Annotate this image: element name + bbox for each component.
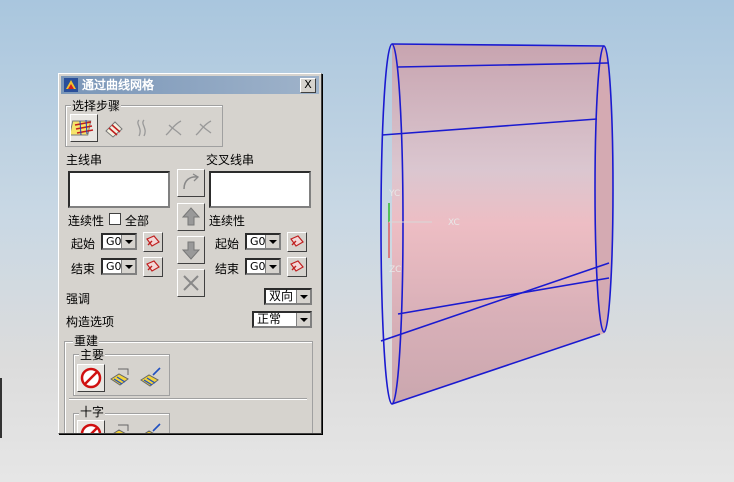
- close-icon: X: [304, 78, 312, 91]
- continuity-all-label: 全部: [125, 214, 150, 228]
- dialog-title: 通过曲线网格: [82, 78, 155, 92]
- cross-end-label: 结束: [215, 262, 240, 276]
- chevron-down-icon: [121, 260, 135, 273]
- rebuild-tolerance-icon: [140, 367, 161, 387]
- main-no-rebuild-button[interactable]: [77, 364, 105, 392]
- primary-end-face-button[interactable]: [143, 257, 163, 277]
- curve-option-icon: [165, 120, 182, 136]
- cross-string-label: 交叉线串: [206, 153, 255, 167]
- no-entry-icon: [80, 367, 102, 389]
- arrow-down-icon: [181, 241, 201, 260]
- primary-start-label: 起始: [71, 237, 96, 251]
- dialog-titlebar[interactable]: 通过曲线网格 X: [61, 76, 319, 94]
- cross-end-face-button[interactable]: [287, 257, 307, 277]
- cross-curves-icon: [105, 121, 123, 138]
- cross-no-rebuild-button[interactable]: [77, 420, 105, 433]
- primary-string-list[interactable]: [68, 171, 170, 208]
- face-select-icon: [290, 235, 304, 247]
- cross-start-label: 起始: [215, 237, 240, 251]
- step-primary-curves-button[interactable]: [69, 114, 98, 142]
- chevron-down-icon: [296, 313, 310, 326]
- face-select-icon: [146, 235, 160, 247]
- axis-label-yc: YC: [388, 189, 400, 199]
- curve-option-icon: [195, 120, 212, 136]
- cross-end-continuity-select[interactable]: G0: [245, 258, 281, 275]
- cross-rebuild-label: 十字: [79, 403, 106, 420]
- no-entry-icon: [80, 423, 102, 433]
- cross-rebuild-tolerance-button[interactable]: [137, 420, 165, 433]
- axis-label-zc: ZC: [389, 265, 401, 275]
- rebuild-tolerance-icon: [144, 423, 161, 433]
- primary-start-continuity-select[interactable]: G0: [101, 233, 137, 250]
- chevron-down-icon: [296, 290, 310, 303]
- remove-string-button[interactable]: [177, 269, 205, 297]
- edit-string-button[interactable]: [177, 169, 205, 197]
- primary-end-label: 结束: [71, 262, 96, 276]
- curve-edit-icon: [183, 173, 200, 190]
- primary-continuity-label: 连续性: [68, 214, 105, 228]
- cross-string-list[interactable]: [209, 171, 311, 208]
- window-edge: [0, 378, 2, 438]
- spine-curve-icon: [137, 119, 146, 137]
- primary-end-continuity-select[interactable]: G0: [101, 258, 137, 275]
- step-spine-button[interactable]: [130, 114, 158, 142]
- step-option-1-button[interactable]: [160, 114, 188, 142]
- arrow-up-icon: [181, 207, 201, 226]
- continuity-all-checkbox[interactable]: [109, 213, 121, 225]
- selection-steps-label: 选择步骤: [71, 97, 122, 114]
- close-button[interactable]: X: [300, 78, 316, 93]
- step-option-2-button[interactable]: [190, 114, 218, 142]
- rebuild-degree-icon: [113, 424, 129, 433]
- rebuild-degree-icon: [110, 368, 129, 386]
- through-curve-mesh-dialog: 通过曲线网格 X 选择步骤 主线串 连续性 全部 起始 G0 结束 G0 交叉线…: [58, 73, 322, 434]
- emphasis-label: 强调: [66, 292, 91, 306]
- primary-string-label: 主线串: [66, 153, 103, 167]
- construction-options-label: 构造选项: [66, 315, 115, 329]
- rebuild-separator: [69, 398, 307, 400]
- app-logo-icon: [64, 78, 78, 92]
- chevron-down-icon: [265, 260, 279, 273]
- move-down-button[interactable]: [177, 236, 205, 264]
- axis-label-xc: XC: [448, 218, 460, 228]
- main-rebuild-tolerance-button[interactable]: [137, 364, 165, 392]
- cross-start-continuity-select[interactable]: G0: [245, 233, 281, 250]
- cross-continuity-label: 连续性: [209, 214, 246, 228]
- cross-rebuild-degree-button[interactable]: [107, 420, 135, 433]
- primary-curves-icon: [69, 119, 94, 136]
- move-up-button[interactable]: [177, 203, 205, 231]
- cross-start-face-button[interactable]: [287, 232, 307, 252]
- primary-start-face-button[interactable]: [143, 232, 163, 252]
- construction-options-select[interactable]: 正常: [252, 311, 312, 328]
- face-select-icon: [146, 260, 160, 272]
- step-cross-curves-button[interactable]: [100, 114, 128, 142]
- remove-x-icon: [183, 275, 199, 291]
- main-rebuild-label: 主要: [79, 346, 106, 363]
- face-select-icon: [290, 260, 304, 272]
- chevron-down-icon: [265, 235, 279, 248]
- emphasis-select[interactable]: 双向: [264, 288, 312, 305]
- chevron-down-icon: [121, 235, 135, 248]
- main-rebuild-degree-button[interactable]: [107, 364, 135, 392]
